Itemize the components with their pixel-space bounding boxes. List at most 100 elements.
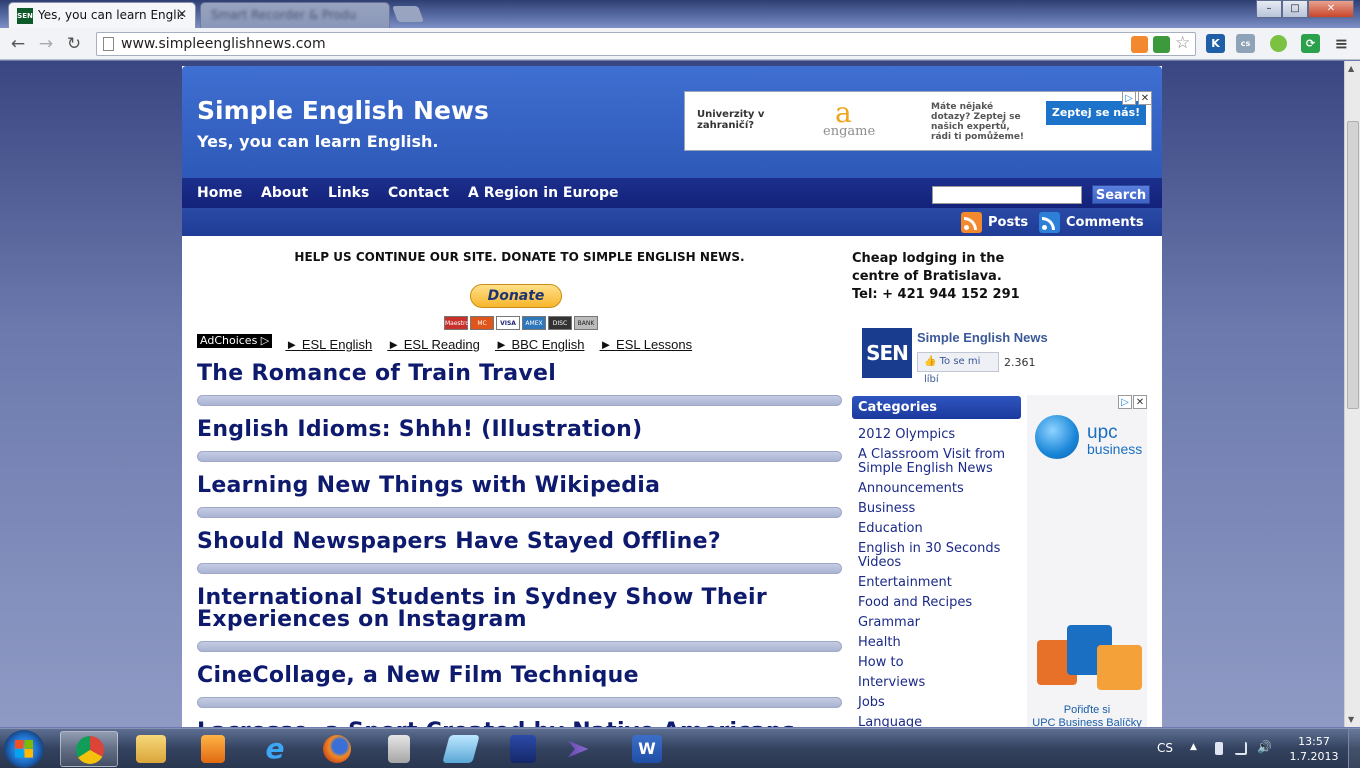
ad-info-icon[interactable]: ▷ bbox=[1122, 91, 1136, 105]
shield-icon[interactable] bbox=[1153, 36, 1170, 53]
ad-close-icon[interactable]: ✕ bbox=[1138, 91, 1152, 105]
category-link[interactable]: Health bbox=[858, 636, 1018, 650]
taskbar-firefox[interactable] bbox=[308, 731, 366, 767]
post-title-link[interactable]: The Romance of Train Travel bbox=[197, 358, 842, 391]
start-button[interactable] bbox=[4, 730, 44, 768]
volume-icon[interactable]: 🔊 bbox=[1257, 740, 1272, 754]
taskbar-chrome[interactable] bbox=[60, 731, 118, 767]
nav-about[interactable]: About bbox=[261, 185, 308, 201]
post-title-link[interactable]: Should Newspapers Have Stayed Offline? bbox=[197, 526, 842, 559]
reload-icon[interactable]: ↻ bbox=[62, 33, 86, 55]
category-link[interactable]: Business bbox=[858, 502, 1018, 516]
category-link[interactable]: Language bbox=[858, 716, 1018, 728]
scroll-up-icon[interactable]: ▲ bbox=[1348, 64, 1354, 73]
new-tab-button[interactable] bbox=[392, 6, 424, 22]
taskbar-word[interactable]: W bbox=[618, 731, 676, 767]
mastercard-icon: MC bbox=[470, 316, 494, 330]
category-link[interactable]: Food and Recipes bbox=[858, 596, 1018, 610]
site-title[interactable]: Simple English News bbox=[197, 96, 489, 125]
chrome-icon bbox=[76, 736, 104, 764]
close-window-button[interactable]: ✕ bbox=[1308, 0, 1354, 18]
close-tab-icon[interactable]: ✕ bbox=[177, 7, 187, 21]
menu-icon[interactable]: ≡ bbox=[1332, 34, 1351, 53]
fb-like-button[interactable]: 👍 To se mi líbí bbox=[917, 352, 999, 385]
post-separator bbox=[197, 641, 842, 652]
nav-links[interactable]: Links bbox=[328, 185, 369, 201]
ad-info-icon[interactable]: ▷ bbox=[1118, 395, 1132, 409]
category-link[interactable]: Interviews bbox=[858, 676, 1018, 690]
minimize-button[interactable]: – bbox=[1256, 0, 1282, 18]
taskbar-ie[interactable]: e bbox=[246, 731, 304, 767]
show-desktop-button[interactable] bbox=[1348, 729, 1360, 768]
search-input[interactable] bbox=[932, 186, 1082, 204]
back-arrow-icon[interactable]: ← bbox=[6, 33, 30, 55]
tab-inactive[interactable]: Smart Recorder & Products bbox=[200, 2, 390, 28]
ad-link-bbc-english[interactable]: ► BBC English bbox=[495, 337, 584, 352]
fb-page-name[interactable]: Simple English News bbox=[917, 330, 1048, 345]
taskbar-notes[interactable] bbox=[432, 731, 490, 767]
show-hidden-icons-icon[interactable]: ▲ bbox=[1190, 742, 1197, 752]
category-link[interactable]: Entertainment bbox=[858, 576, 1018, 590]
sync-extension-icon[interactable]: ⟳ bbox=[1301, 34, 1320, 53]
category-link[interactable]: A Classroom Visit from Simple English Ne… bbox=[858, 448, 1018, 476]
taskbar-visual-studio[interactable] bbox=[556, 731, 614, 767]
ad-side-cta[interactable]: Pořiďte si bbox=[1027, 704, 1147, 716]
search-button[interactable]: Search bbox=[1092, 185, 1150, 204]
post-title-link[interactable]: Lacrosse, a Sport Created by Native Amer… bbox=[197, 716, 842, 728]
site-header: Simple English News Yes, you can learn E… bbox=[182, 66, 1162, 178]
ad-link-esl-reading[interactable]: ► ESL Reading bbox=[387, 337, 480, 352]
category-link[interactable]: Announcements bbox=[858, 482, 1018, 496]
status-dot-icon[interactable] bbox=[1270, 35, 1287, 52]
cs-extension-icon[interactable]: cs bbox=[1236, 34, 1255, 53]
category-link[interactable]: 2012 Olympics bbox=[858, 428, 1018, 442]
adchoices-badge[interactable]: AdChoices ▷ bbox=[197, 334, 273, 348]
comments-feed-link[interactable]: Comments bbox=[1066, 215, 1144, 230]
maximize-button[interactable]: □ bbox=[1282, 0, 1308, 18]
category-link[interactable]: Grammar bbox=[858, 616, 1018, 630]
category-link[interactable]: Education bbox=[858, 522, 1018, 536]
ad-links-row: AdChoices ▷ ► ESL English ► ESL Reading … bbox=[197, 334, 702, 352]
taskbar-explorer[interactable] bbox=[122, 731, 180, 767]
window-controls: – □ ✕ bbox=[1256, 0, 1354, 20]
address-bar[interactable]: www.simpleenglishnews.com ☆ bbox=[96, 32, 1196, 56]
k-extension-icon[interactable]: K bbox=[1206, 34, 1225, 53]
post-title-link[interactable]: Learning New Things with Wikipedia bbox=[197, 470, 842, 503]
ad-side-cta-sub[interactable]: UPC Business Balíčky bbox=[1027, 717, 1147, 727]
ad-link-esl-english[interactable]: ► ESL English bbox=[285, 337, 372, 352]
sen-logo[interactable]: SEN bbox=[862, 328, 912, 378]
side-ad[interactable]: ✕ ▷ upc business Pořiďte si UPC Business… bbox=[1027, 395, 1147, 727]
ad-link-esl-lessons[interactable]: ► ESL Lessons bbox=[600, 337, 693, 352]
category-link[interactable]: English in 30 Seconds Videos bbox=[858, 542, 1018, 570]
network-signal-icon[interactable] bbox=[1235, 742, 1247, 755]
clock[interactable]: 13:57 1.7.2013 bbox=[1284, 734, 1344, 764]
post-title-link[interactable]: International Students in Sydney Show Th… bbox=[197, 582, 842, 637]
nav-contact[interactable]: Contact bbox=[388, 185, 449, 201]
input-language[interactable]: CS bbox=[1157, 741, 1173, 755]
nav-home[interactable]: Home bbox=[197, 185, 242, 201]
taskbar-calculator[interactable] bbox=[370, 731, 428, 767]
post-item: English Idioms: Shhh! (Illustration) bbox=[197, 414, 842, 462]
battery-icon[interactable] bbox=[1215, 742, 1223, 755]
category-link[interactable]: Jobs bbox=[858, 696, 1018, 710]
banner-ad[interactable]: Univerzity v zahraničí? a engame Máte ně… bbox=[684, 91, 1152, 151]
rss-comments-icon[interactable] bbox=[1039, 212, 1060, 233]
rss-posts-icon[interactable] bbox=[961, 212, 982, 233]
taskbar-save[interactable] bbox=[494, 731, 552, 767]
scroll-down-icon[interactable]: ▼ bbox=[1348, 715, 1354, 724]
category-link[interactable]: How to bbox=[858, 656, 1018, 670]
post-title-link[interactable]: English Idioms: Shhh! (Illustration) bbox=[197, 414, 842, 447]
posts-feed-link[interactable]: Posts bbox=[988, 215, 1028, 230]
lodging-line: centre of Bratislava. bbox=[852, 269, 1002, 284]
post-item: CineCollage, a New Film Technique bbox=[197, 660, 842, 708]
ad-close-icon[interactable]: ✕ bbox=[1133, 395, 1147, 409]
post-title-link[interactable]: CineCollage, a New Film Technique bbox=[197, 660, 842, 693]
scrollbar-thumb[interactable] bbox=[1347, 121, 1359, 409]
donate-button[interactable]: Donate bbox=[470, 284, 562, 308]
forward-arrow-icon[interactable]: → bbox=[34, 33, 58, 55]
tab-active[interactable]: SEN Yes, you can learn English ✕ bbox=[8, 2, 196, 28]
rss-feed-icon[interactable] bbox=[1131, 36, 1148, 53]
taskbar-media-player[interactable] bbox=[184, 731, 242, 767]
nav-region-europe[interactable]: A Region in Europe bbox=[468, 185, 618, 201]
bookmark-star-icon[interactable]: ☆ bbox=[1175, 33, 1190, 53]
page-scrollbar[interactable]: ▲ ▼ bbox=[1344, 61, 1360, 727]
